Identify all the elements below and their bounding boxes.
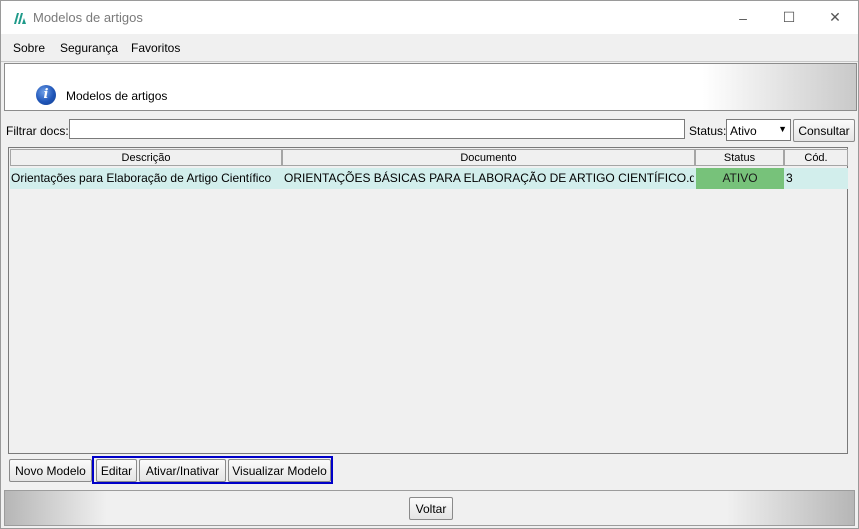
menu-seguranca[interactable]: Segurança: [60, 41, 118, 55]
column-header-descricao[interactable]: Descrição: [10, 149, 282, 166]
models-table: Descrição Documento Status Cód. Orientaç…: [8, 147, 848, 454]
app-window: Modelos de artigos – ☐ ✕ Sobre Segurança…: [0, 0, 859, 529]
filter-label: Filtrar docs:: [6, 124, 69, 138]
filter-input[interactable]: [69, 119, 685, 139]
column-header-documento[interactable]: Documento: [282, 149, 695, 166]
status-badge: ATIVO: [696, 168, 784, 189]
title-bar: Modelos de artigos – ☐ ✕: [1, 1, 858, 34]
app-logo-icon: [14, 13, 26, 24]
ativar-inativar-button[interactable]: Ativar/Inativar: [139, 459, 226, 482]
menu-sobre[interactable]: Sobre: [13, 41, 45, 55]
column-header-status[interactable]: Status: [695, 149, 784, 166]
close-button[interactable]: ✕: [812, 1, 858, 34]
cell-documento: ORIENTAÇÕES BÁSICAS PARA ELABORAÇÃO DE A…: [284, 171, 694, 185]
page-title: Modelos de artigos: [66, 89, 168, 103]
cell-descricao: Orientações para Elaboração de Artigo Ci…: [11, 171, 272, 185]
cell-cod: 3: [786, 171, 793, 185]
visualizar-modelo-button[interactable]: Visualizar Modelo: [228, 459, 331, 482]
minimize-icon: –: [739, 9, 747, 26]
close-icon: ✕: [829, 9, 841, 25]
consultar-button[interactable]: Consultar: [793, 119, 855, 142]
novo-modelo-button[interactable]: Novo Modelo: [9, 459, 92, 482]
window-title: Modelos de artigos: [33, 10, 143, 25]
editar-button[interactable]: Editar: [96, 459, 137, 482]
maximize-button[interactable]: ☐: [766, 1, 812, 34]
footer-bar: Voltar: [4, 490, 855, 526]
status-select[interactable]: Ativo ▼: [726, 119, 791, 141]
column-header-cod[interactable]: Cód.: [784, 149, 848, 166]
menu-favoritos[interactable]: Favoritos: [131, 41, 180, 55]
voltar-button[interactable]: Voltar: [409, 497, 453, 520]
chevron-down-icon: ▼: [778, 124, 787, 134]
status-select-value: Ativo: [730, 124, 757, 138]
minimize-button[interactable]: –: [720, 1, 766, 34]
info-icon: i: [36, 85, 56, 105]
header-panel: i Modelos de artigos: [4, 63, 857, 111]
status-label: Status:: [689, 124, 727, 138]
maximize-icon: ☐: [782, 9, 796, 25]
menu-bar: Sobre Segurança Favoritos: [1, 34, 858, 62]
